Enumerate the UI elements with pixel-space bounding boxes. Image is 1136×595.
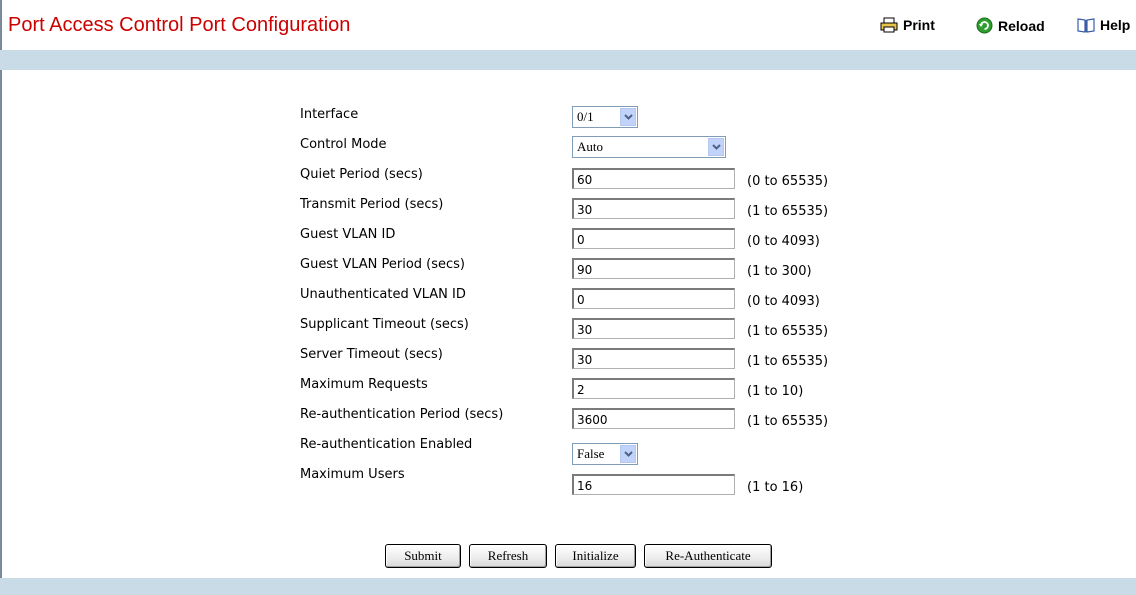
- reauth-enabled-label: Re-authentication Enabled: [300, 437, 473, 452]
- guest-vlan-id-range: (0 to 4093): [747, 234, 820, 249]
- interface-select[interactable]: 0/1: [572, 106, 638, 128]
- guest-vlan-period-label: Guest VLAN Period (secs): [300, 257, 466, 272]
- supplicant-timeout-label: Supplicant Timeout (secs): [300, 317, 469, 332]
- supplicant-timeout-range: (1 to 65535): [747, 324, 829, 339]
- max-requests-input[interactable]: [572, 378, 735, 399]
- left-border: [0, 0, 2, 595]
- chevron-down-icon: [708, 138, 724, 156]
- control-mode-label: Control Mode: [300, 137, 387, 152]
- help-book-icon: [1077, 17, 1095, 33]
- interface-label: Interface: [300, 107, 359, 122]
- transmit-period-input[interactable]: [572, 198, 735, 219]
- reauth-period-input[interactable]: [572, 408, 735, 429]
- max-users-input[interactable]: [572, 474, 735, 495]
- submit-button[interactable]: Submit: [385, 544, 461, 568]
- reauthenticate-button[interactable]: Re-Authenticate: [644, 544, 772, 568]
- supplicant-timeout-input[interactable]: [572, 318, 735, 339]
- max-requests-range: (1 to 10): [747, 384, 804, 399]
- quiet-period-input[interactable]: [572, 168, 735, 189]
- print-label: Print: [903, 17, 935, 33]
- transmit-period-range: (1 to 65535): [747, 204, 829, 219]
- guest-vlan-id-input[interactable]: [572, 228, 735, 249]
- print-link[interactable]: Print: [880, 17, 935, 33]
- server-timeout-range: (1 to 65535): [747, 354, 829, 369]
- help-label: Help: [1100, 17, 1131, 33]
- reauth-period-range: (1 to 65535): [747, 414, 829, 429]
- reauth-enabled-select[interactable]: False: [572, 443, 638, 465]
- control-mode-value: Auto: [577, 139, 603, 154]
- quiet-period-range: (0 to 65535): [747, 174, 829, 189]
- guest-vlan-period-input[interactable]: [572, 258, 735, 279]
- control-mode-select[interactable]: Auto: [572, 136, 726, 158]
- reload-label: Reload: [998, 17, 1045, 34]
- unauth-vlan-id-input[interactable]: [572, 288, 735, 309]
- max-requests-label: Maximum Requests: [300, 377, 428, 392]
- unauth-vlan-id-range: (0 to 4093): [747, 294, 820, 309]
- server-timeout-label: Server Timeout (secs): [300, 347, 443, 362]
- guest-vlan-id-label: Guest VLAN ID: [300, 227, 396, 242]
- quiet-period-label: Quiet Period (secs): [300, 167, 423, 182]
- reauth-period-label: Re-authentication Period (secs): [300, 407, 504, 422]
- page-title: Port Access Control Port Configuration: [8, 14, 351, 36]
- guest-vlan-period-range: (1 to 300): [747, 264, 812, 279]
- page-frame: Port Access Control Port Configuration P…: [0, 0, 1136, 595]
- reauth-enabled-value: False: [577, 446, 605, 461]
- chevron-down-icon: [620, 445, 636, 463]
- max-users-label: Maximum Users: [300, 467, 405, 482]
- transmit-period-label: Transmit Period (secs): [300, 197, 444, 212]
- max-users-range: (1 to 16): [747, 480, 804, 495]
- initialize-button[interactable]: Initialize: [555, 544, 636, 568]
- server-timeout-input[interactable]: [572, 348, 735, 369]
- reload-link[interactable]: Reload: [976, 17, 1045, 34]
- refresh-button[interactable]: Refresh: [469, 544, 547, 568]
- header-divider-bar: [0, 50, 1136, 70]
- reload-icon: [976, 17, 993, 34]
- interface-value: 0/1: [577, 109, 594, 124]
- footer-bar: [0, 578, 1136, 595]
- unauth-vlan-id-label: Unauthenticated VLAN ID: [300, 287, 466, 302]
- printer-icon: [880, 17, 898, 33]
- chevron-down-icon: [620, 108, 636, 126]
- help-link[interactable]: Help: [1077, 17, 1130, 33]
